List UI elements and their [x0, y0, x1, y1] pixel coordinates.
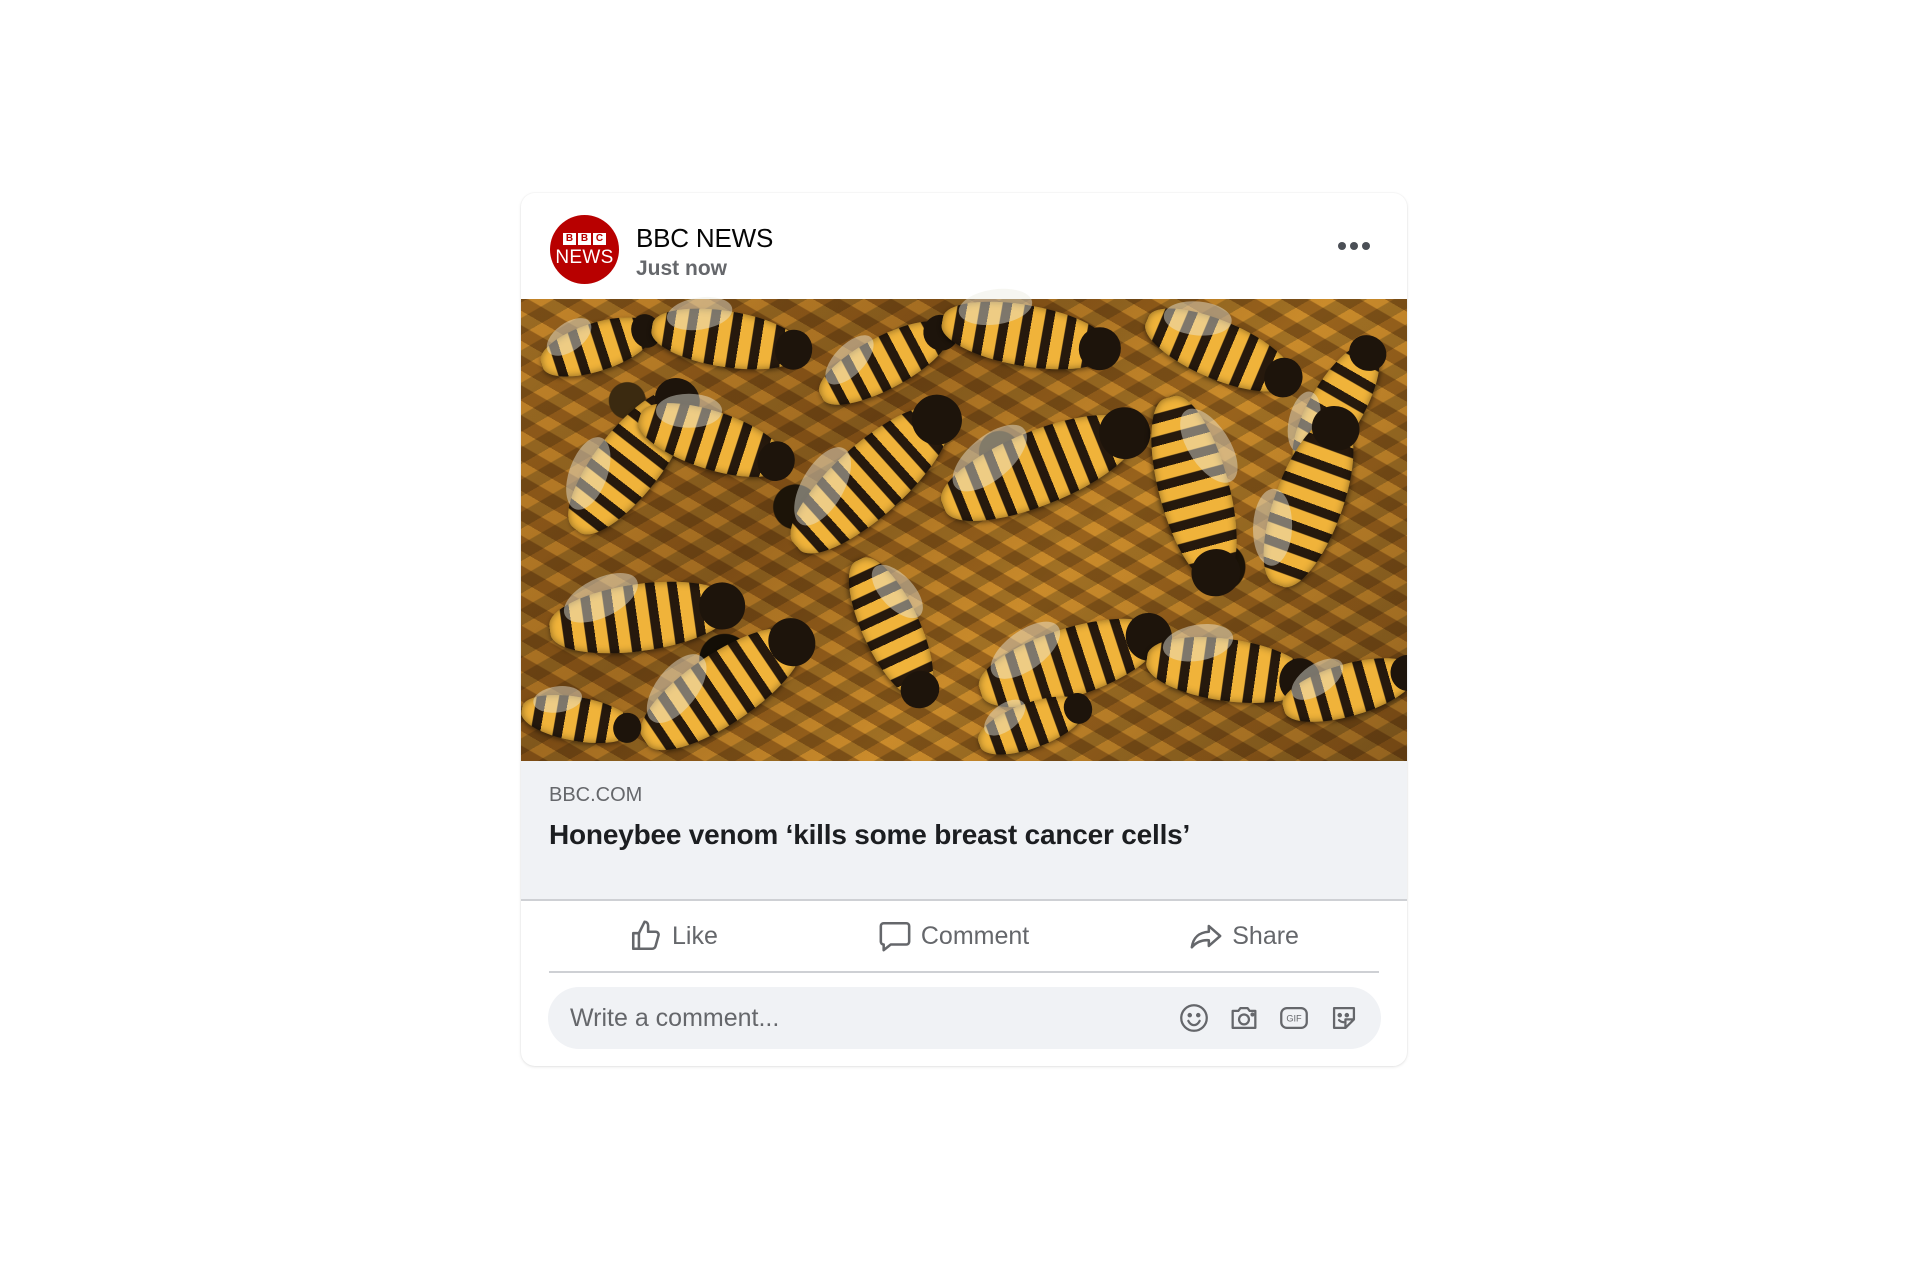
more-options-button[interactable] [1331, 231, 1377, 261]
share-label: Share [1232, 921, 1299, 950]
comment-button[interactable]: Comment [860, 911, 1047, 961]
comment-composer[interactable]: GIF [548, 987, 1381, 1049]
sticker-icon[interactable] [1327, 1001, 1361, 1035]
link-domain: BBC.COM [549, 784, 643, 806]
bbc-logo-block-b1: B [563, 232, 576, 245]
comment-input[interactable] [568, 1002, 1177, 1034]
honeybee-shape-11 [1135, 388, 1253, 590]
honeybee-shape-12 [1246, 409, 1371, 597]
honeybee-shape-15 [833, 547, 949, 708]
emoji-icon[interactable] [1177, 1001, 1211, 1035]
comment-label: Comment [920, 921, 1030, 950]
comment-tools: GIF [1177, 1001, 1361, 1035]
honeybee-shape-1 [534, 306, 659, 388]
article-headline[interactable]: Honeybee venom ‘kills some breast cancer… [549, 819, 1190, 851]
honeybee-shape-13 [545, 571, 735, 664]
post-header: B B C NEWS BBC NEWS Just now [521, 193, 1407, 299]
bbc-logo-blocks: B B C [563, 232, 606, 245]
more-options-icon-dot-1 [1338, 242, 1346, 250]
link-preview[interactable]: BBC.COM Honeybee venom ‘kills some breas… [521, 761, 1407, 899]
speech-bubble-icon [879, 921, 911, 952]
share-arrow-icon [1190, 924, 1222, 949]
share-button[interactable]: Share [1171, 911, 1317, 961]
news-post-card: B B C NEWS BBC NEWS Just now BBC.COM Hon… [521, 193, 1407, 1066]
gif-icon[interactable]: GIF [1277, 1001, 1311, 1035]
svg-text:GIF: GIF [1286, 1014, 1302, 1024]
honeybee-shape-2 [647, 299, 805, 379]
bbc-logo-news-text: NEWS [555, 246, 614, 268]
like-button[interactable]: Like [611, 911, 736, 961]
honeybee-shape-9 [772, 387, 968, 573]
post-timestamp[interactable]: Just now [636, 257, 727, 281]
bbc-news-avatar[interactable]: B B C NEWS [550, 215, 619, 284]
like-label: Like [672, 921, 718, 950]
honeybee-shape-5 [1135, 293, 1302, 407]
more-options-icon-dot-3 [1362, 242, 1370, 250]
camera-icon[interactable] [1227, 1001, 1261, 1035]
honeybee-article-image[interactable] [521, 290, 1407, 770]
page-name[interactable]: BBC NEWS [636, 223, 773, 254]
more-options-icon-dot-2 [1350, 242, 1358, 250]
bbc-logo-block-b2: B [578, 232, 591, 245]
thumbs-up-icon [631, 920, 660, 951]
honeybee-shape-4 [936, 290, 1114, 381]
bbc-logo-block-c: C [593, 232, 606, 245]
post-actions-bar: Like Comment Share [549, 901, 1379, 973]
honeybee-shape-19 [521, 687, 636, 751]
